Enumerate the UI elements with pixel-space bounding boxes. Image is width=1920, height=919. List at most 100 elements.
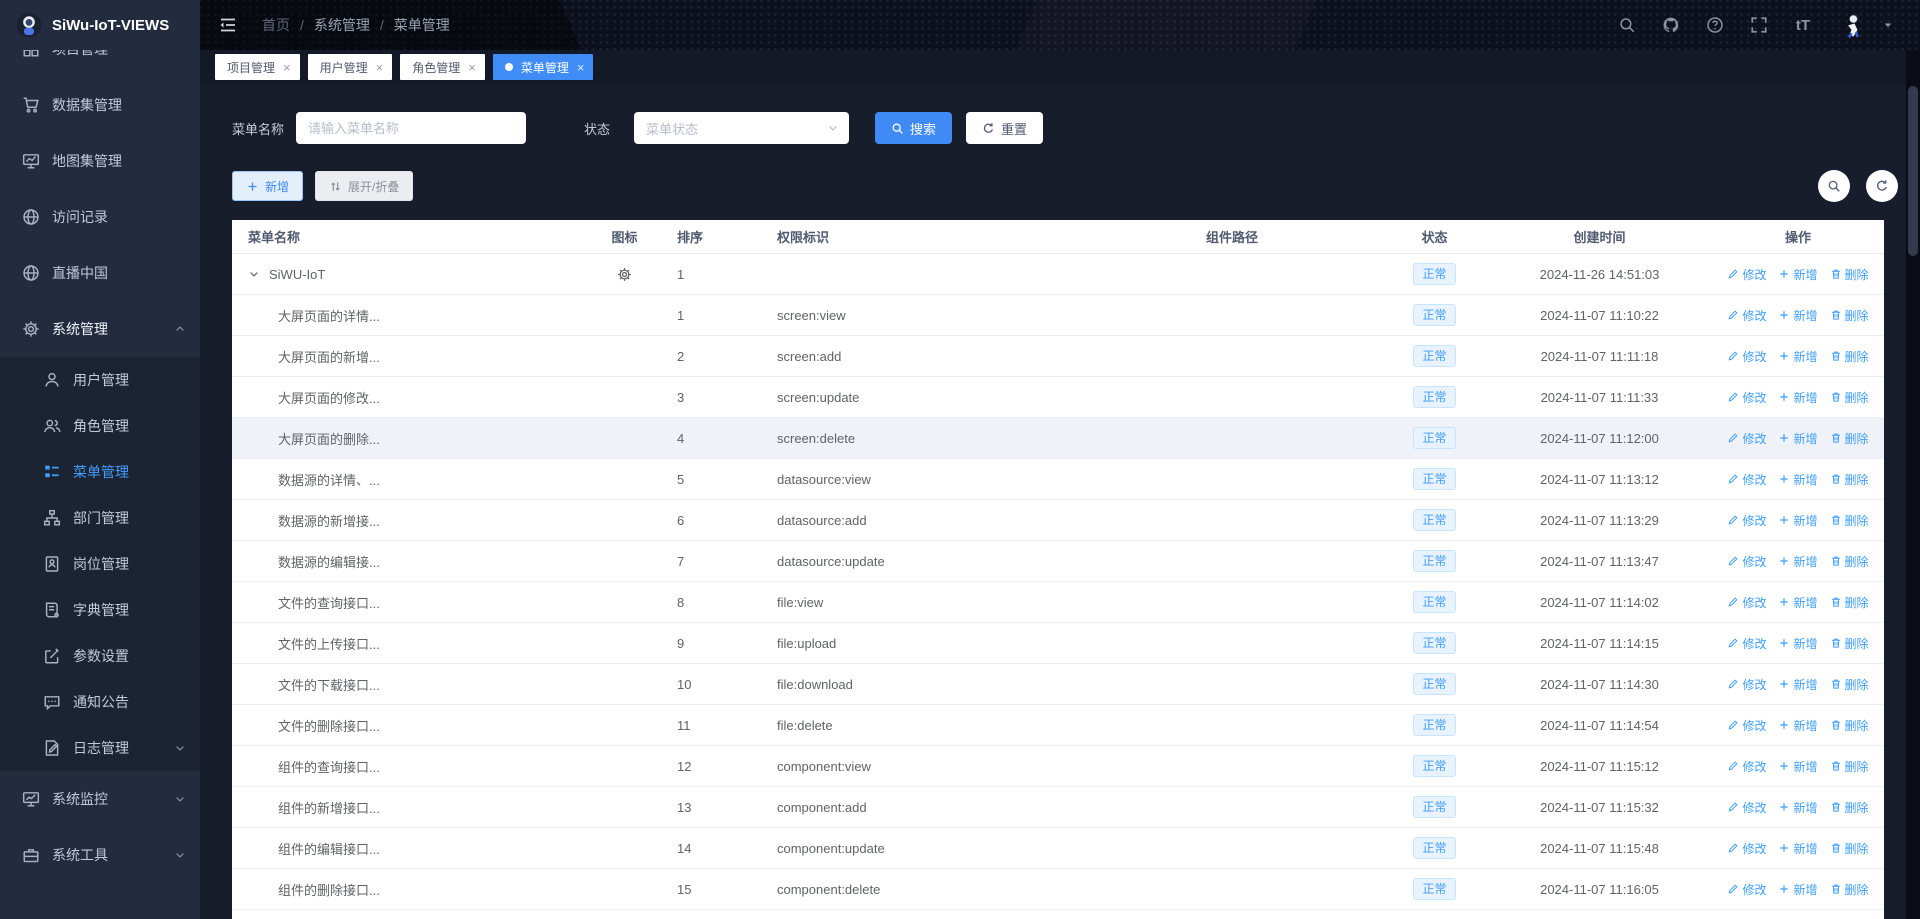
tab-label: 项目管理 [227, 59, 275, 76]
tab-用户管理[interactable]: 用户管理× [308, 54, 393, 80]
delete-link[interactable]: 删除 [1830, 512, 1869, 529]
help-icon[interactable] [1706, 16, 1724, 34]
edit-icon [1727, 350, 1739, 362]
delete-link[interactable]: 删除 [1830, 348, 1869, 365]
edit-link[interactable]: 修改 [1727, 348, 1766, 365]
add-link[interactable]: 新增 [1778, 553, 1817, 570]
tab-close-icon[interactable]: × [468, 61, 476, 74]
delete-link[interactable]: 删除 [1830, 758, 1869, 775]
add-link[interactable]: 新增 [1778, 266, 1817, 283]
add-link[interactable]: 新增 [1778, 758, 1817, 775]
sidebar-item-通知公告[interactable]: 通知公告 [0, 679, 200, 725]
sidebar-item-岗位管理[interactable]: 岗位管理 [0, 541, 200, 587]
reset-button[interactable]: 重置 [966, 112, 1043, 144]
edit-link[interactable]: 修改 [1727, 676, 1766, 693]
add-link[interactable]: 新增 [1778, 635, 1817, 652]
sidebar-item-地图集管理[interactable]: 地图集管理 [0, 133, 200, 189]
table-search-toggle-button[interactable] [1818, 170, 1850, 202]
user-avatar[interactable] [1838, 10, 1868, 40]
edit-link[interactable]: 修改 [1727, 553, 1766, 570]
edit-link[interactable]: 修改 [1727, 594, 1766, 611]
edit-link[interactable]: 修改 [1727, 307, 1766, 324]
sidebar-item-日志管理[interactable]: 日志管理 [0, 725, 200, 771]
delete-link[interactable]: 删除 [1830, 553, 1869, 570]
delete-link[interactable]: 删除 [1830, 389, 1869, 406]
sidebar-item-访问记录[interactable]: 访问记录 [0, 189, 200, 245]
table-row: 数据源的新增接...6datasource:add正常2024-11-07 11… [232, 500, 1884, 541]
sidebar-item-部门管理[interactable]: 部门管理 [0, 495, 200, 541]
sidebar-item-角色管理[interactable]: 角色管理 [0, 403, 200, 449]
add-link[interactable]: 新增 [1778, 840, 1817, 857]
edit-link[interactable]: 修改 [1727, 471, 1766, 488]
tab-close-icon[interactable]: × [376, 61, 384, 74]
search-button[interactable]: 搜索 [875, 112, 952, 144]
delete-link[interactable]: 删除 [1830, 266, 1869, 283]
user-menu-caret-icon[interactable] [1882, 19, 1894, 31]
edit-link[interactable]: 修改 [1727, 389, 1766, 406]
sidebar-item-系统监控[interactable]: 系统监控 [0, 771, 200, 827]
status-select[interactable]: 菜单状态 [634, 112, 849, 144]
add-link[interactable]: 新增 [1778, 307, 1817, 324]
add-link[interactable]: 新增 [1778, 881, 1817, 898]
sidebar-item-系统管理[interactable]: 系统管理 [0, 301, 200, 357]
edit-link[interactable]: 修改 [1727, 512, 1766, 529]
tab-角色管理[interactable]: 角色管理× [400, 54, 485, 80]
tab-菜单管理[interactable]: 菜单管理× [493, 54, 594, 80]
expand-collapse-button[interactable]: 展开/折叠 [315, 171, 413, 201]
sidebar-collapse-icon[interactable] [218, 15, 238, 35]
breadcrumb-item[interactable]: 菜单管理 [394, 15, 450, 35]
search-icon [1827, 179, 1841, 193]
edit-link[interactable]: 修改 [1727, 758, 1766, 775]
sidebar-item-直播中国[interactable]: 直播中国 [0, 245, 200, 301]
breadcrumb-item[interactable]: 首页 [262, 15, 290, 35]
table-row: 组件的查询接口...12component:view正常2024-11-07 1… [232, 746, 1884, 787]
delete-link[interactable]: 删除 [1830, 676, 1869, 693]
add-link[interactable]: 新增 [1778, 430, 1817, 447]
delete-link[interactable]: 删除 [1830, 635, 1869, 652]
status-cell: 正常 [1382, 632, 1487, 654]
search-icon[interactable] [1618, 16, 1636, 34]
edit-link[interactable]: 修改 [1727, 430, 1766, 447]
fullscreen-icon[interactable] [1750, 16, 1768, 34]
sidebar-item-数据集管理[interactable]: 数据集管理 [0, 77, 200, 133]
edit-link[interactable]: 修改 [1727, 840, 1766, 857]
delete-link[interactable]: 删除 [1830, 717, 1869, 734]
edit-link[interactable]: 修改 [1727, 266, 1766, 283]
sidebar-item-菜单管理[interactable]: 菜单管理 [0, 449, 200, 495]
delete-link[interactable]: 删除 [1830, 881, 1869, 898]
edit-link[interactable]: 修改 [1727, 881, 1766, 898]
edit-link[interactable]: 修改 [1727, 717, 1766, 734]
font-size-icon[interactable]: tT [1794, 16, 1812, 34]
add-link[interactable]: 新增 [1778, 471, 1817, 488]
add-link[interactable]: 新增 [1778, 799, 1817, 816]
add-link[interactable]: 新增 [1778, 389, 1817, 406]
sidebar-item-字典管理[interactable]: 字典管理 [0, 587, 200, 633]
delete-link[interactable]: 删除 [1830, 430, 1869, 447]
delete-link[interactable]: 删除 [1830, 594, 1869, 611]
tab-项目管理[interactable]: 项目管理 × [215, 54, 300, 80]
delete-link[interactable]: 删除 [1830, 471, 1869, 488]
tab-close-icon[interactable]: × [283, 61, 291, 74]
tab-close-icon[interactable]: × [577, 61, 585, 74]
status-badge: 正常 [1413, 427, 1455, 449]
column-header-sort: 排序 [677, 227, 777, 246]
sidebar-item-用户管理[interactable]: 用户管理 [0, 357, 200, 403]
delete-link[interactable]: 删除 [1830, 307, 1869, 324]
add-link[interactable]: 新增 [1778, 512, 1817, 529]
table-refresh-button[interactable] [1866, 170, 1898, 202]
sidebar-item-系统工具[interactable]: 系统工具 [0, 827, 200, 883]
delete-link[interactable]: 删除 [1830, 799, 1869, 816]
delete-link[interactable]: 删除 [1830, 840, 1869, 857]
add-link[interactable]: 新增 [1778, 594, 1817, 611]
edit-link[interactable]: 修改 [1727, 799, 1766, 816]
scrollbar-thumb[interactable] [1908, 86, 1918, 256]
add-button[interactable]: 新增 [232, 171, 303, 201]
github-icon[interactable] [1662, 16, 1680, 34]
edit-link[interactable]: 修改 [1727, 635, 1766, 652]
add-link[interactable]: 新增 [1778, 348, 1817, 365]
add-link[interactable]: 新增 [1778, 676, 1817, 693]
breadcrumb-item[interactable]: 系统管理 [314, 15, 370, 35]
sidebar-item-参数设置[interactable]: 参数设置 [0, 633, 200, 679]
add-link[interactable]: 新增 [1778, 717, 1817, 734]
menu-name-input[interactable] [296, 112, 526, 144]
